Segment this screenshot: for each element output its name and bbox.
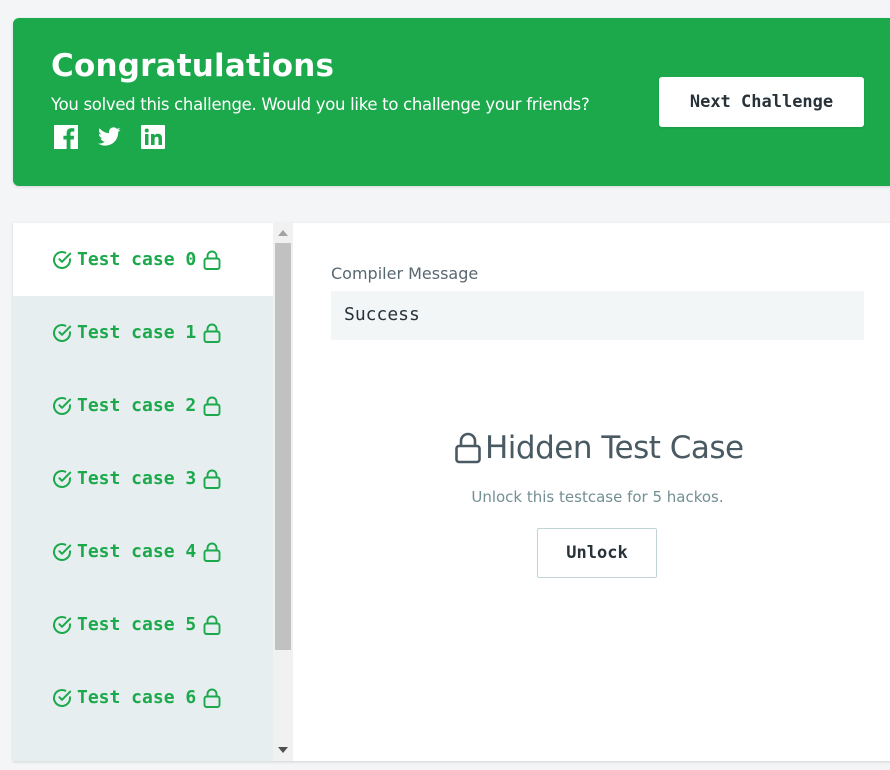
linkedin-icon[interactable] <box>140 124 166 150</box>
unlock-button[interactable]: Unlock <box>537 528 657 578</box>
check-circle-icon <box>53 469 72 488</box>
testcase-item-1[interactable]: Test case 1 <box>13 296 273 369</box>
check-circle-icon <box>53 396 72 415</box>
banner-title: Congratulations <box>51 48 335 84</box>
compiler-message-box: Success <box>331 291 864 340</box>
lock-icon <box>203 615 221 635</box>
testcase-label: Test case 0 <box>77 249 197 270</box>
lock-icon <box>203 396 221 416</box>
testcase-item-3[interactable]: Test case 3 <box>13 442 273 515</box>
scroll-down-arrow-icon[interactable] <box>278 747 288 753</box>
check-circle-icon <box>53 323 72 342</box>
testcase-item-0[interactable]: Test case 0 <box>13 223 273 296</box>
testcase-list: Test case 0 Test case 1 Test case 2 Test ca… <box>13 223 273 761</box>
testcase-label: Test case 6 <box>77 687 197 708</box>
testcase-item-6[interactable]: Test case 6 <box>13 661 273 734</box>
lock-icon <box>203 323 221 343</box>
facebook-icon[interactable] <box>53 124 79 150</box>
compiler-message-label: Compiler Message <box>331 264 479 283</box>
scroll-up-arrow-icon[interactable] <box>278 230 288 236</box>
testcase-item-5[interactable]: Test case 5 <box>13 588 273 661</box>
lock-icon <box>203 688 221 708</box>
check-circle-icon <box>53 542 72 561</box>
testcase-item-2[interactable]: Test case 2 <box>13 369 273 442</box>
lock-icon <box>203 250 221 270</box>
testcase-label: Test case 4 <box>77 541 197 562</box>
scroll-thumb[interactable] <box>275 243 291 650</box>
hidden-testcase-description: Unlock this testcase for 5 hackos. <box>471 488 724 506</box>
check-circle-icon <box>53 688 72 707</box>
hidden-testcase-title: Hidden Test Case <box>453 430 744 466</box>
testcase-label: Test case 5 <box>77 614 197 635</box>
testcase-label: Test case 3 <box>77 468 197 489</box>
lock-icon <box>455 432 481 464</box>
testcase-item-4[interactable]: Test case 4 <box>13 515 273 588</box>
lock-icon <box>203 469 221 489</box>
banner-subtitle: You solved this challenge. Would you lik… <box>51 95 590 114</box>
testcase-scrollbar[interactable] <box>273 223 293 761</box>
lock-icon <box>203 542 221 562</box>
results-panel: Test case 0 Test case 1 Test case 2 Test ca… <box>13 223 890 761</box>
check-circle-icon <box>53 250 72 269</box>
twitter-icon[interactable] <box>96 124 122 150</box>
next-challenge-button[interactable]: Next Challenge <box>659 77 864 127</box>
hidden-title-text: Hidden Test Case <box>485 430 744 466</box>
testcase-label: Test case 1 <box>77 322 197 343</box>
testcase-label: Test case 2 <box>77 395 197 416</box>
check-circle-icon <box>53 615 72 634</box>
congrats-banner: Congratulations You solved this challeng… <box>13 18 890 186</box>
